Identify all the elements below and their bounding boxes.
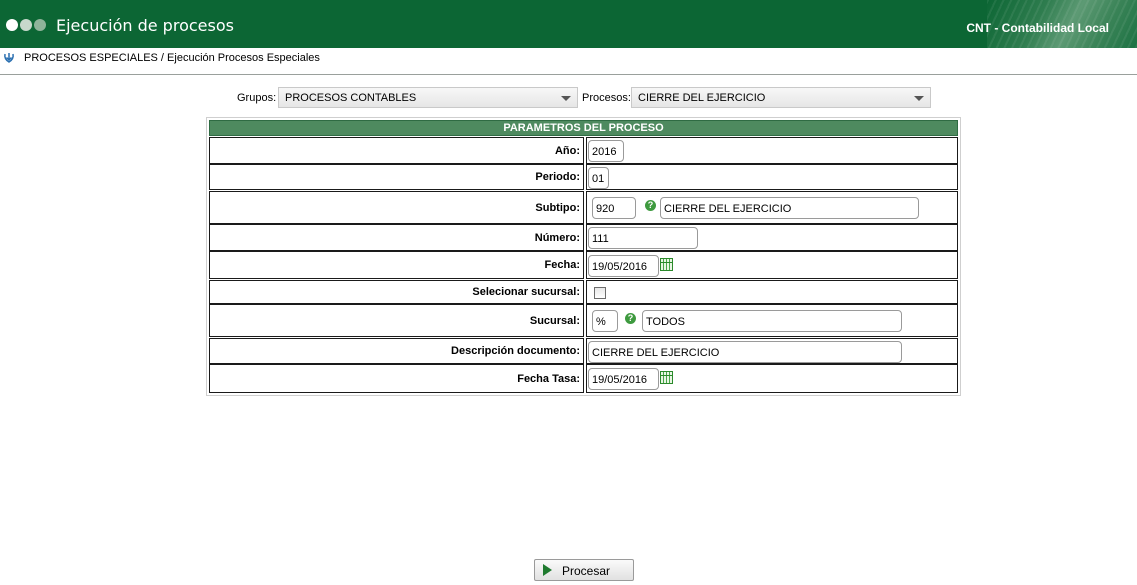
param-row-numero: Número: 111 — [209, 224, 958, 251]
numero-cell: 111 — [586, 224, 958, 251]
numero-label: Número: — [209, 224, 584, 251]
page-title: Ejecución de procesos — [56, 16, 234, 35]
anio-label: Año: — [209, 137, 584, 164]
param-row-descripcion: Descripción documento: CIERRE DEL EJERCI… — [209, 338, 958, 364]
window-dots — [6, 19, 46, 31]
help-icon[interactable]: ? — [625, 313, 636, 324]
calendar-icon[interactable] — [660, 258, 673, 271]
fecha-tasa-label: Fecha Tasa: — [209, 364, 584, 393]
sucursal-cell: % ? TODOS — [586, 304, 958, 337]
process-button-label: Procesar — [562, 564, 611, 578]
breadcrumb: PROCESOS ESPECIALES / Ejecución Procesos… — [24, 52, 320, 64]
dot-1 — [6, 19, 18, 31]
processes-select[interactable]: CIERRE DEL EJERCICIO — [631, 87, 931, 108]
select-branch-checkbox[interactable] — [594, 287, 606, 299]
subtipo-label: Subtipo: — [209, 191, 584, 224]
groups-label: Grupos: — [237, 92, 277, 104]
dot-3 — [34, 19, 46, 31]
play-icon — [543, 564, 552, 576]
anio-input[interactable]: 2016 — [588, 140, 624, 162]
help-icon[interactable]: ? — [645, 200, 656, 211]
sucursal-label: Sucursal: — [209, 304, 584, 337]
fecha-tasa-cell: 19/05/2016 — [586, 364, 958, 393]
chevron-down-icon — [914, 96, 924, 101]
parameters-header: PARAMETROS DEL PROCESO — [209, 120, 958, 136]
descripcion-label: Descripción documento: — [209, 338, 584, 364]
fecha-input[interactable]: 19/05/2016 — [588, 255, 659, 277]
periodo-label: Periodo: — [209, 164, 584, 190]
process-parameters-panel: PARAMETROS DEL PROCESO Año: 2016 Periodo… — [206, 117, 961, 396]
sel-sucursal-cell — [586, 280, 958, 304]
processes-select-value: CIERRE DEL EJERCICIO — [638, 92, 766, 104]
periodo-input[interactable]: 01 — [588, 167, 609, 189]
param-row-subtipo: Subtipo: 920 ? CIERRE DEL EJERCICIO — [209, 191, 958, 224]
subtipo-cell: 920 ? CIERRE DEL EJERCICIO — [586, 191, 958, 224]
subtipo-code-input[interactable]: 920 — [592, 197, 636, 219]
sel-sucursal-label: Selecionar sucursal: — [209, 280, 584, 304]
subtipo-desc-input[interactable]: CIERRE DEL EJERCICIO — [660, 197, 919, 219]
fecha-label: Fecha: — [209, 251, 584, 279]
dot-2 — [20, 19, 32, 31]
groups-select[interactable]: PROCESOS CONTABLES — [278, 87, 578, 108]
descripcion-cell: CIERRE DEL EJERCICIO — [586, 338, 958, 364]
processes-label: Procesos: — [582, 92, 631, 104]
param-row-sucursal: Sucursal: % ? TODOS — [209, 304, 958, 337]
sucursal-code-input[interactable]: % — [592, 310, 618, 332]
param-row-fecha-tasa: Fecha Tasa: 19/05/2016 — [209, 364, 958, 393]
app-header: Ejecución de procesos CNT - Contabilidad… — [0, 0, 1137, 48]
descripcion-input[interactable]: CIERRE DEL EJERCICIO — [588, 341, 902, 363]
param-row-periodo: Periodo: 01 — [209, 164, 958, 190]
breadcrumb-bar: PROCESOS ESPECIALES / Ejecución Procesos… — [0, 48, 1137, 75]
chevron-down-icon — [561, 96, 571, 101]
calendar-icon[interactable] — [660, 371, 673, 384]
sucursal-desc-input[interactable]: TODOS — [642, 310, 902, 332]
numero-input[interactable]: 111 — [588, 227, 698, 249]
anio-cell: 2016 — [586, 137, 958, 164]
info-down-arrow-icon[interactable] — [3, 52, 15, 64]
groups-select-value: PROCESOS CONTABLES — [285, 92, 417, 104]
process-button[interactable]: Procesar — [534, 559, 634, 581]
fecha-cell: 19/05/2016 — [586, 251, 958, 279]
periodo-cell: 01 — [586, 164, 958, 190]
param-row-anio: Año: 2016 — [209, 137, 958, 164]
module-title: CNT - Contabilidad Local — [966, 21, 1109, 35]
fecha-tasa-input[interactable]: 19/05/2016 — [588, 368, 659, 390]
param-row-fecha: Fecha: 19/05/2016 — [209, 251, 958, 279]
param-row-sel-sucursal: Selecionar sucursal: — [209, 280, 958, 304]
